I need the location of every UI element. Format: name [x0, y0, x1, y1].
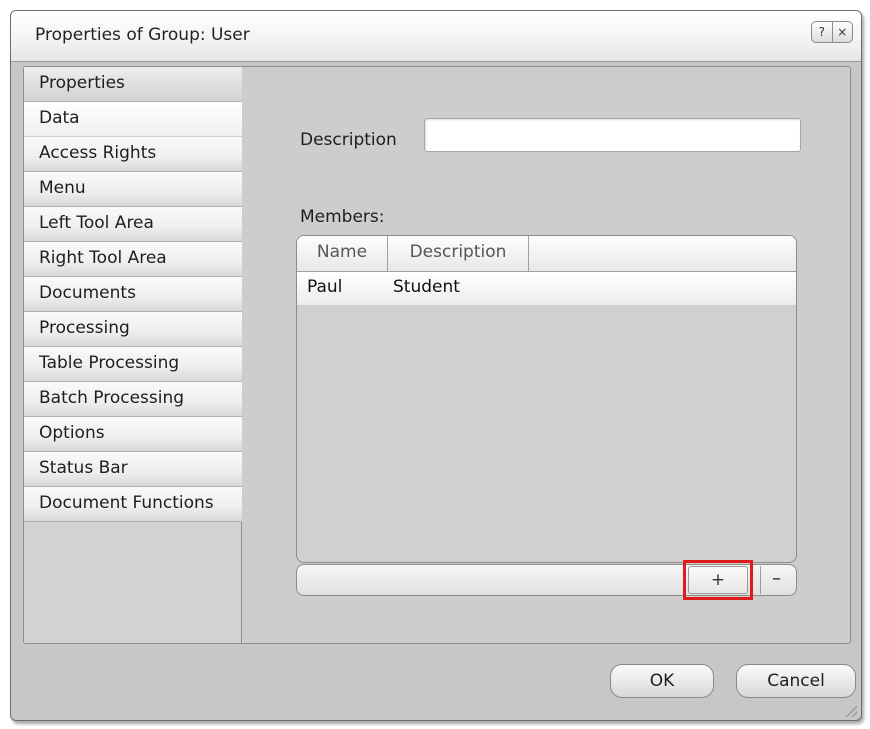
- column-header-name[interactable]: Name: [297, 236, 388, 271]
- description-input[interactable]: [424, 118, 801, 152]
- nav-item-menu[interactable]: Menu: [24, 172, 242, 207]
- nav-item-documents[interactable]: Documents: [24, 277, 242, 312]
- remove-member-button[interactable]: –: [760, 566, 792, 594]
- properties-dialog: Properties of Group: User ? × Properties…: [10, 10, 862, 721]
- content-panel: Properties Data Access Rights Menu Left …: [23, 66, 851, 644]
- nav-item-data[interactable]: Data: [24, 102, 242, 137]
- column-header-description[interactable]: Description: [388, 236, 529, 271]
- nav-item-access-rights[interactable]: Access Rights: [24, 137, 242, 172]
- add-button-highlight: [683, 560, 753, 600]
- cancel-button[interactable]: Cancel: [736, 664, 856, 698]
- nav-item-status-bar[interactable]: Status Bar: [24, 452, 242, 487]
- title-bar: Properties of Group: User ? ×: [11, 11, 861, 62]
- members-table: Name Description Paul Student: [296, 235, 797, 563]
- window-title: Properties of Group: User: [35, 25, 250, 45]
- help-button[interactable]: ?: [812, 22, 832, 42]
- nav-item-properties[interactable]: Properties: [24, 67, 242, 102]
- members-label: Members:: [300, 207, 385, 227]
- resize-grip-icon[interactable]: [845, 705, 857, 717]
- nav-item-processing[interactable]: Processing: [24, 312, 242, 347]
- nav-item-table-processing[interactable]: Table Processing: [24, 347, 242, 382]
- nav-item-options[interactable]: Options: [24, 417, 242, 452]
- nav-item-right-tool-area[interactable]: Right Tool Area: [24, 242, 242, 277]
- ok-button[interactable]: OK: [610, 664, 714, 698]
- category-nav: Properties Data Access Rights Menu Left …: [24, 67, 242, 643]
- close-button[interactable]: ×: [831, 22, 853, 42]
- members-table-header: Name Description: [297, 236, 796, 272]
- description-label: Description: [300, 130, 397, 150]
- member-description-cell: Student: [393, 277, 460, 297]
- nav-item-left-tool-area[interactable]: Left Tool Area: [24, 207, 242, 242]
- member-name-cell: Paul: [307, 277, 343, 297]
- title-bar-buttons: ? ×: [811, 21, 853, 43]
- nav-item-batch-processing[interactable]: Batch Processing: [24, 382, 242, 417]
- table-row[interactable]: Paul Student: [297, 272, 796, 305]
- nav-item-document-functions[interactable]: Document Functions: [24, 487, 242, 522]
